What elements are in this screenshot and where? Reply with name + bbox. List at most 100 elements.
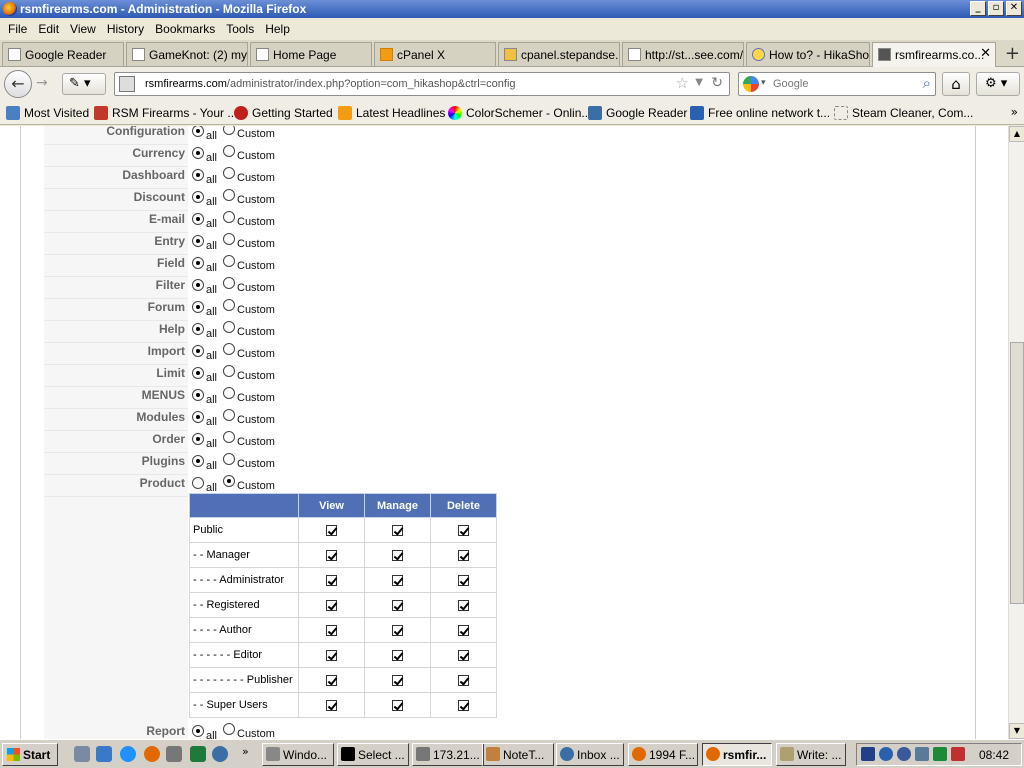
bookmark-getting-started[interactable]: Getting Started xyxy=(232,106,333,120)
radio-custom[interactable] xyxy=(223,299,235,311)
bookmark-most-visited[interactable]: Most Visited xyxy=(4,106,89,120)
taskbar-item-select[interactable]: Select ... xyxy=(337,743,409,766)
search-engine-dropdown-icon[interactable]: ▾ xyxy=(761,78,766,88)
menu-file[interactable]: File xyxy=(4,22,34,36)
menu-tools[interactable]: Tools xyxy=(222,22,261,36)
manage-checkbox[interactable] xyxy=(392,649,403,661)
radio-all[interactable] xyxy=(192,389,204,401)
network-status-icon[interactable] xyxy=(879,747,893,761)
delete-checkbox[interactable] xyxy=(458,524,469,536)
radio-custom[interactable] xyxy=(223,145,235,157)
view-checkbox[interactable] xyxy=(326,699,337,711)
radio-all[interactable] xyxy=(192,279,204,291)
bookmark-star-icon[interactable]: ☆ xyxy=(676,74,689,92)
view-checkbox[interactable] xyxy=(326,649,337,661)
radio-custom[interactable] xyxy=(223,277,235,289)
radio-all[interactable] xyxy=(192,126,204,137)
manage-checkbox[interactable] xyxy=(392,599,403,611)
radio-all[interactable] xyxy=(192,191,204,203)
taskbar-item-1994[interactable]: 1994 F... xyxy=(628,743,698,766)
display-icon[interactable] xyxy=(915,747,929,761)
back-button[interactable]: ← xyxy=(4,70,32,98)
radio-all[interactable] xyxy=(192,367,204,379)
minimize-button[interactable]: _ xyxy=(970,1,986,16)
delete-checkbox[interactable] xyxy=(458,624,469,636)
radio-all[interactable] xyxy=(192,169,204,181)
scroll-up-icon[interactable]: ▲ xyxy=(1009,126,1024,142)
search-placeholder[interactable]: Google xyxy=(773,78,808,90)
home-button[interactable]: ⌂ xyxy=(942,72,970,96)
tab-rsmfirearms[interactable]: rsmfirearms.co... ✕ xyxy=(872,42,996,67)
radio-custom[interactable] xyxy=(223,343,235,355)
radio-custom[interactable] xyxy=(223,723,235,735)
search-icon[interactable]: ⌕ xyxy=(923,74,931,92)
delete-checkbox[interactable] xyxy=(458,649,469,661)
view-checkbox[interactable] xyxy=(326,549,337,561)
bookmark-rsm-firearms[interactable]: RSM Firearms - Your ... xyxy=(92,106,237,120)
delete-checkbox[interactable] xyxy=(458,599,469,611)
radio-custom[interactable] xyxy=(223,189,235,201)
delete-checkbox[interactable] xyxy=(458,549,469,561)
tab-google-reader[interactable]: Google Reader xyxy=(2,42,124,66)
view-checkbox[interactable] xyxy=(326,624,337,636)
url-dropdown-icon[interactable]: ▼ xyxy=(695,77,703,88)
thunderbird-icon[interactable] xyxy=(212,746,228,762)
delete-checkbox[interactable] xyxy=(458,674,469,686)
close-button[interactable]: ✕ xyxy=(1006,1,1022,16)
radio-all[interactable] xyxy=(192,345,204,357)
taskbar-item-putty[interactable]: 173.21... xyxy=(412,743,484,766)
radio-custom[interactable] xyxy=(223,321,235,333)
radio-custom[interactable] xyxy=(223,211,235,223)
tab-hikashop[interactable]: How to? - HikaShop xyxy=(746,42,870,66)
tab-phpmyadmin[interactable]: cpanel.stepandse... xyxy=(498,42,620,66)
manage-checkbox[interactable] xyxy=(392,524,403,536)
taskbar-item-notetab[interactable]: NoteT... xyxy=(482,743,554,766)
taskbar-item-write[interactable]: Write: ... xyxy=(776,743,846,766)
manage-checkbox[interactable] xyxy=(392,624,403,636)
url-bar[interactable]: rsmfirearms.com/administrator/index.php?… xyxy=(114,72,730,96)
tab-gameknot[interactable]: GameKnot: (2) my... xyxy=(126,42,248,66)
reload-icon[interactable]: ↻ xyxy=(711,75,723,91)
delete-checkbox[interactable] xyxy=(458,699,469,711)
radio-custom[interactable] xyxy=(223,365,235,377)
forward-button[interactable]: → xyxy=(36,75,48,91)
radio-all[interactable] xyxy=(192,235,204,247)
radio-all[interactable] xyxy=(192,147,204,159)
quicklaunch-overflow-icon[interactable]: » xyxy=(242,745,249,758)
radio-all[interactable] xyxy=(192,323,204,335)
bookmark-free-online-network[interactable]: Free online network t... xyxy=(688,106,830,120)
radio-custom[interactable] xyxy=(223,431,235,443)
manage-checkbox[interactable] xyxy=(392,699,403,711)
view-checkbox[interactable] xyxy=(326,674,337,686)
taskbar-item-windows[interactable]: Windo... xyxy=(262,743,334,766)
radio-all[interactable] xyxy=(192,477,204,489)
excel-icon[interactable] xyxy=(190,746,206,762)
view-checkbox[interactable] xyxy=(326,524,337,536)
menu-edit[interactable]: Edit xyxy=(34,22,66,36)
facebook-icon[interactable] xyxy=(897,747,911,761)
addon-button[interactable]: ⚙ ▾ xyxy=(976,72,1020,96)
maximize-button[interactable]: ▫ xyxy=(988,1,1004,16)
bookmarks-overflow-icon[interactable]: » xyxy=(1011,105,1018,119)
battery-icon[interactable] xyxy=(933,747,947,761)
radio-custom[interactable] xyxy=(223,233,235,245)
delete-checkbox[interactable] xyxy=(458,574,469,586)
taskbar-item-rsmfirearms[interactable]: rsmfir... xyxy=(702,743,772,766)
bookmark-colorschemer[interactable]: ColorSchemer - Onlin... xyxy=(446,106,591,120)
alert-icon[interactable] xyxy=(951,747,965,761)
radio-all[interactable] xyxy=(192,257,204,269)
manage-checkbox[interactable] xyxy=(392,674,403,686)
manage-checkbox[interactable] xyxy=(392,549,403,561)
radio-all[interactable] xyxy=(192,411,204,423)
radio-custom[interactable] xyxy=(223,167,235,179)
close-tab-icon[interactable]: ✕ xyxy=(980,46,991,61)
vertical-scrollbar[interactable]: ▲ ▼ xyxy=(1008,126,1024,739)
edit-button[interactable]: ✎ ▾ xyxy=(62,73,106,95)
internet-explorer-icon[interactable] xyxy=(120,746,136,762)
bookmark-steam-cleaner[interactable]: Steam Cleaner, Com... xyxy=(832,106,973,120)
search-bar[interactable]: ▾ Google ⌕ xyxy=(738,72,936,96)
putty-icon[interactable] xyxy=(166,746,182,762)
radio-all[interactable] xyxy=(192,433,204,445)
show-desktop-icon[interactable] xyxy=(74,746,90,762)
url-text[interactable]: rsmfirearms.com/administrator/index.php?… xyxy=(145,78,516,90)
